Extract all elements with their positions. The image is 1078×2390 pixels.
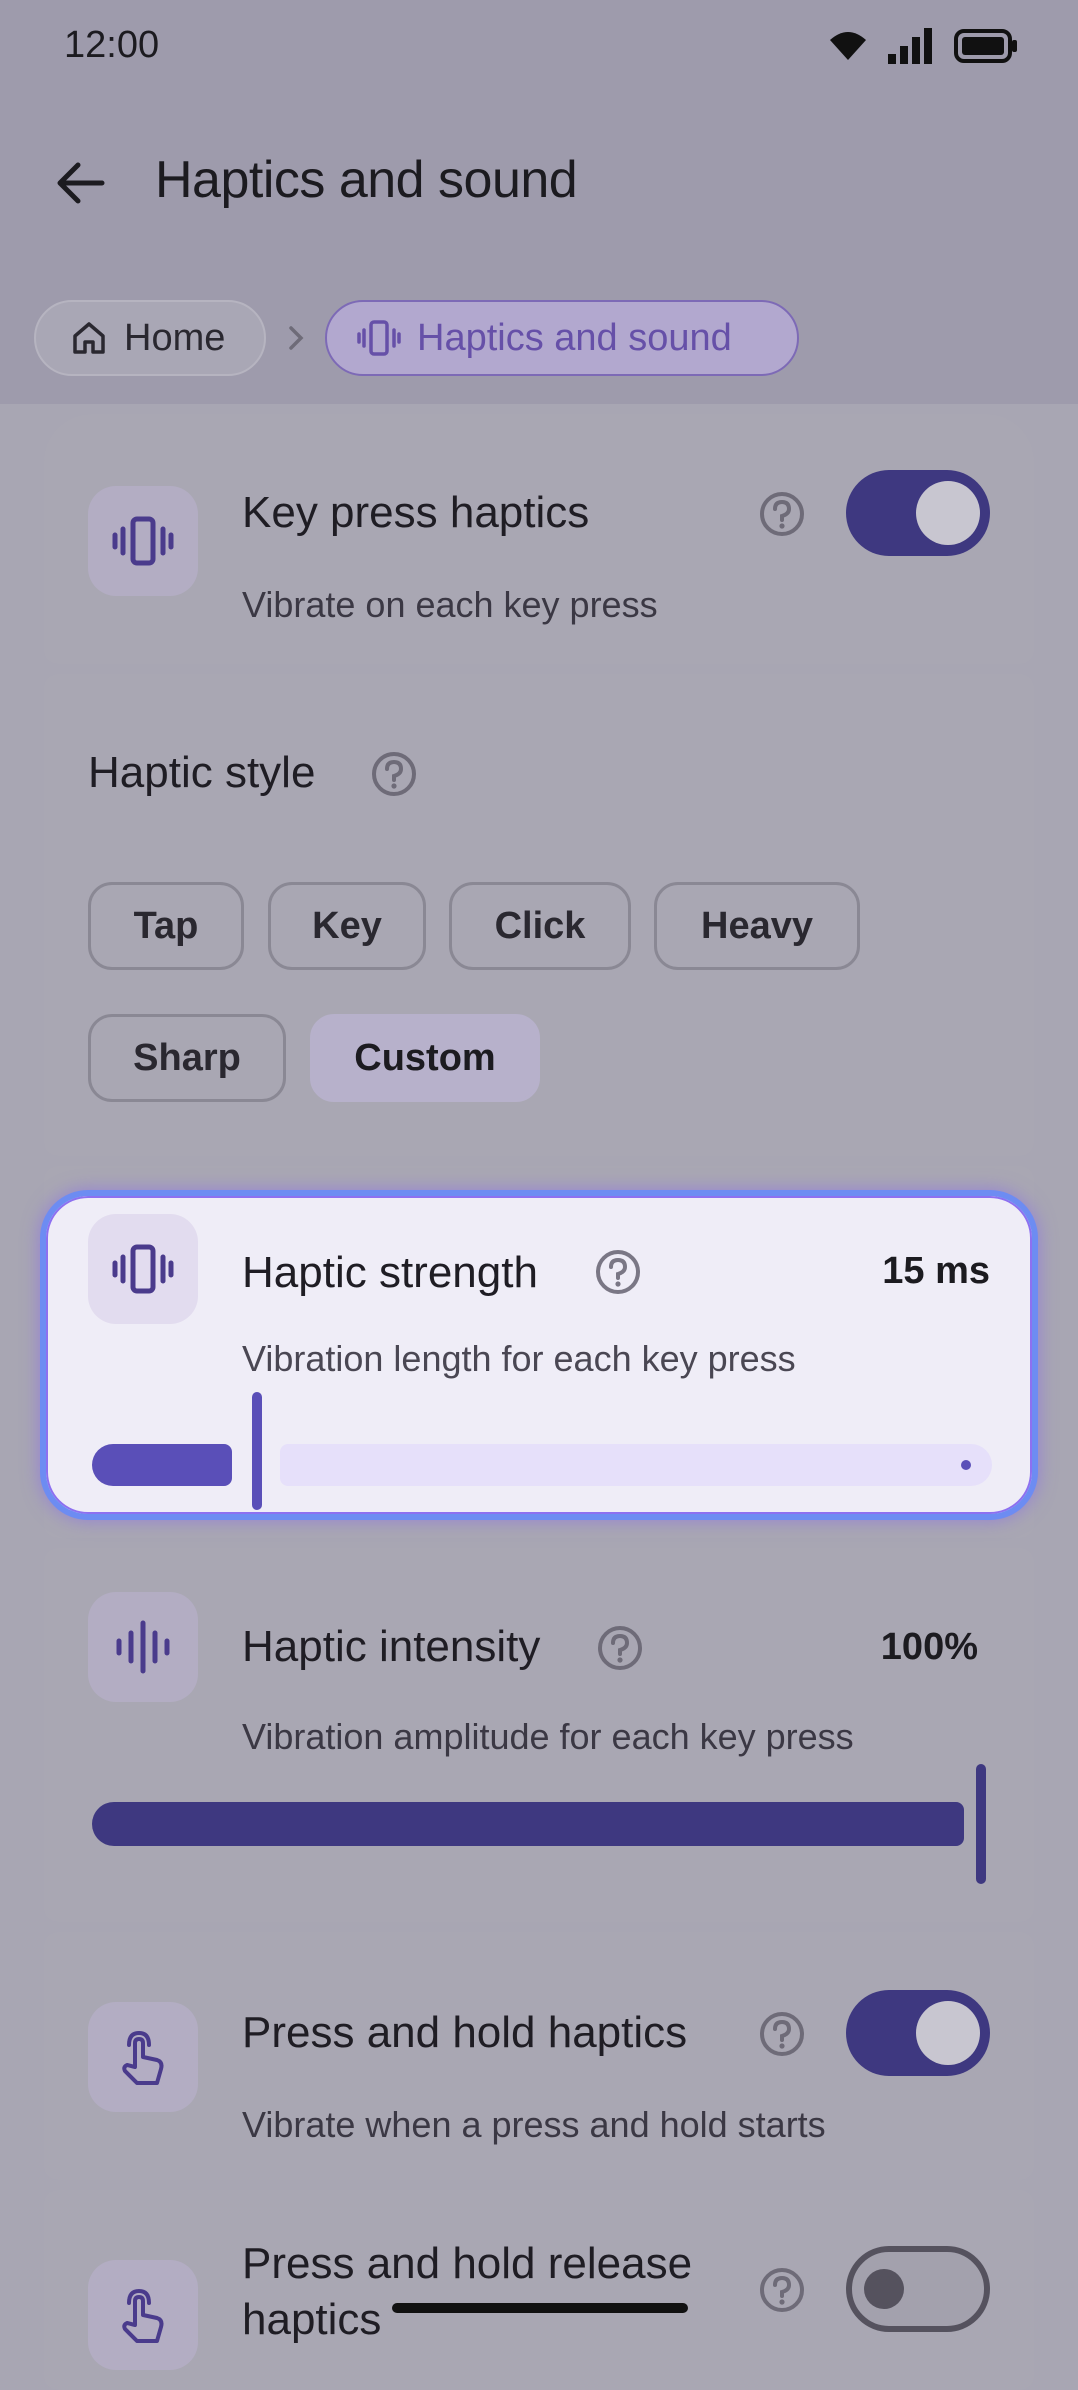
slider-active-track [92, 1444, 232, 1486]
help-icon[interactable] [758, 2266, 806, 2314]
strength-label: Haptic strength [242, 1248, 538, 1297]
haptic-intensity-card[interactable]: Haptic intensity 100% Vibration amplitud… [44, 1548, 1034, 1922]
help-icon[interactable] [594, 1248, 642, 1296]
press-hold-release-icon-tile [88, 2260, 198, 2370]
strength-slider[interactable] [92, 1390, 992, 1510]
slider-stop-indicator [961, 1460, 971, 1470]
slider-active-track [92, 1802, 964, 1846]
key-press-description: Vibrate on each key press [242, 584, 658, 625]
slider-handle[interactable] [976, 1764, 986, 1884]
style-option-heavy[interactable]: Heavy [654, 882, 860, 970]
press-hold-toggle[interactable] [846, 1990, 990, 2076]
style-option-tap[interactable]: Tap [88, 882, 244, 970]
press-hold-release-toggle[interactable] [846, 2246, 990, 2332]
waveform-icon [116, 1620, 170, 1674]
haptic-style-card: Haptic style Tap Key Click Heavy Sharp C… [44, 674, 1034, 1156]
help-icon[interactable] [758, 2010, 806, 2058]
style-option-key[interactable]: Key [268, 882, 426, 970]
intensity-icon-tile [88, 1592, 198, 1702]
vibration-icon [112, 516, 174, 566]
key-press-label: Key press haptics [242, 488, 590, 537]
breadcrumb-home[interactable]: Home [34, 300, 266, 376]
breadcrumb-current[interactable]: Haptics and sound [325, 300, 799, 376]
home-indicator[interactable] [392, 2303, 688, 2313]
chevron-right-icon [289, 326, 304, 350]
strength-value: 15 ms [882, 1250, 990, 1292]
slider-inactive-track [280, 1444, 992, 1486]
style-option-click[interactable]: Click [449, 882, 631, 970]
key-press-icon-tile [88, 486, 198, 596]
haptic-strength-card[interactable]: Haptic strength 15 ms Vibration length f… [40, 1190, 1038, 1520]
style-option-custom[interactable]: Custom [310, 1014, 540, 1102]
intensity-label: Haptic intensity [242, 1622, 541, 1671]
style-option-sharp[interactable]: Sharp [88, 1014, 286, 1102]
vibration-icon [112, 1244, 174, 1294]
status-icons [828, 28, 1018, 64]
vibration-icon [357, 320, 401, 356]
status-time: 12:00 [64, 24, 160, 66]
toggle-knob [864, 2269, 904, 2309]
press-hold-release-label: Press and hold release haptics [242, 2236, 692, 2348]
press-hold-release-label-line1: Press and hold release [242, 2239, 693, 2288]
press-hold-label: Press and hold haptics [242, 2008, 688, 2057]
breadcrumb-home-label: Home [124, 316, 226, 359]
signal-icon [888, 28, 932, 64]
press-hold-icon-tile [88, 2002, 198, 2112]
haptic-style-label: Haptic style [88, 748, 316, 797]
wifi-icon [830, 32, 866, 60]
help-icon[interactable] [370, 750, 418, 798]
status-bar: 12:00 [0, 0, 1078, 100]
key-press-haptics-card[interactable]: Key press haptics Vibrate on each key pr… [44, 414, 1034, 664]
touch-icon [122, 2288, 164, 2343]
back-arrow-icon[interactable] [52, 155, 108, 211]
intensity-slider[interactable] [92, 1764, 992, 1884]
toggle-knob [916, 481, 980, 545]
help-icon[interactable] [596, 1624, 644, 1672]
breadcrumb-current-label: Haptics and sound [417, 316, 732, 359]
intensity-value: 100% [880, 1626, 978, 1668]
key-press-toggle[interactable] [846, 470, 990, 556]
press-hold-release-card[interactable]: Press and hold release haptics [44, 2190, 1034, 2390]
strength-description: Vibration length for each key press [242, 1338, 796, 1379]
home-icon [73, 322, 105, 354]
intensity-description: Vibration amplitude for each key press [242, 1716, 854, 1757]
toggle-knob [916, 2001, 980, 2065]
strength-icon-tile [88, 1214, 198, 1324]
battery-icon [954, 29, 1017, 63]
help-icon[interactable] [758, 490, 806, 538]
press-hold-haptics-card[interactable]: Press and hold haptics Vibrate when a pr… [44, 1932, 1034, 2180]
slider-handle[interactable] [252, 1392, 262, 1510]
press-hold-description: Vibrate when a press and hold starts [242, 2104, 826, 2145]
page-title: Haptics and sound [155, 151, 578, 209]
touch-icon [122, 2030, 164, 2085]
